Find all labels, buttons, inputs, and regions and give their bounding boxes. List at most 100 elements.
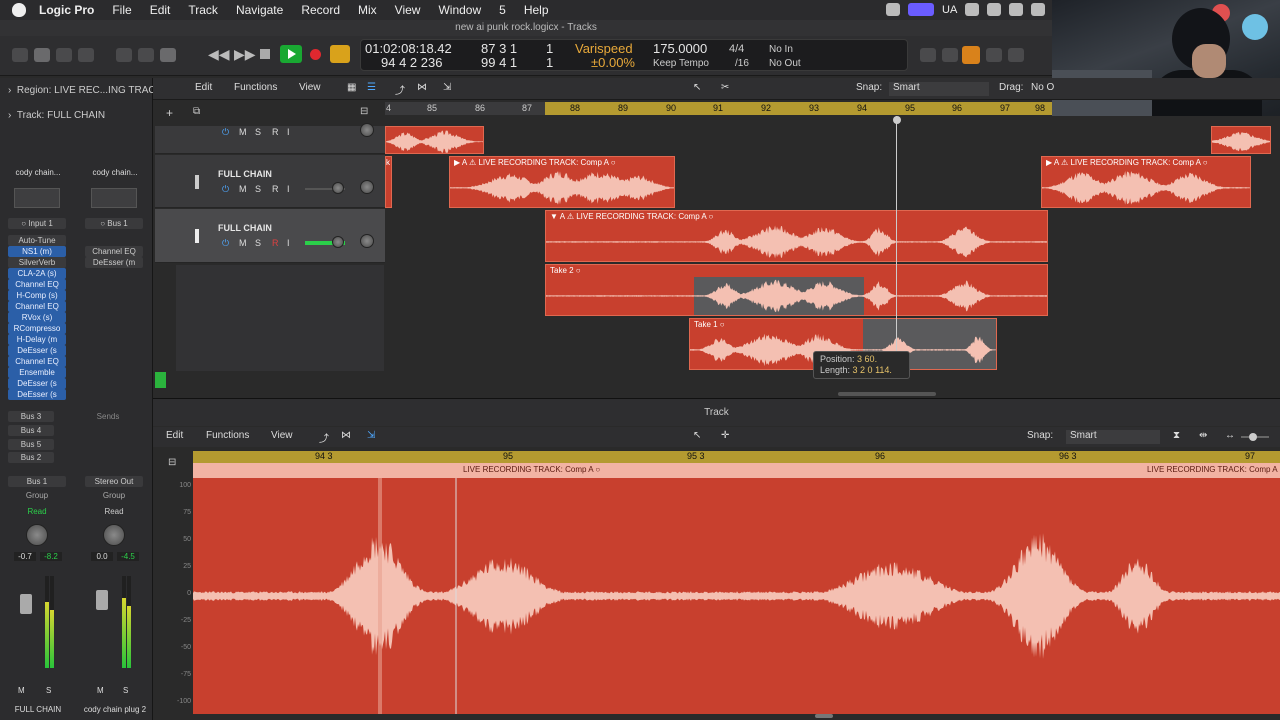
- menu-navigate[interactable]: Navigate: [227, 3, 292, 17]
- input-monitor-button[interactable]: I: [287, 184, 290, 194]
- track-inspector-header[interactable]: › Track: FULL CHAIN: [0, 104, 153, 128]
- audio-region-comp[interactable]: ▶ A ⚠ LIVE RECORDING TRACK: Comp A ○: [449, 156, 675, 208]
- group-slot[interactable]: Group: [85, 491, 143, 500]
- track-header-selected[interactable]: FULL CHAIN ⏻ M S R I: [155, 209, 385, 263]
- global-tracks-icon[interactable]: ⊟: [360, 106, 368, 117]
- fit-icon[interactable]: ⇹: [1199, 430, 1207, 444]
- track-header[interactable]: ⏻ M S R I: [155, 123, 385, 154]
- track-header[interactable]: FULL CHAIN ⏻ M S R I: [155, 155, 385, 208]
- send-slot[interactable]: Bus 5: [8, 439, 54, 450]
- loops-button[interactable]: [1008, 48, 1024, 62]
- solo-button[interactable]: S: [255, 127, 261, 137]
- group-slot[interactable]: Group: [8, 491, 66, 500]
- audio-region[interactable]: [1211, 126, 1271, 154]
- track-name[interactable]: FULL CHAIN: [218, 169, 272, 179]
- volume-handle[interactable]: [332, 182, 344, 194]
- record-enable-button[interactable]: R: [272, 184, 279, 194]
- menu-file[interactable]: File: [103, 3, 140, 17]
- plugin-slot[interactable]: RCompresso: [8, 323, 66, 334]
- pan-knob[interactable]: [360, 180, 374, 194]
- view-menu[interactable]: View: [299, 82, 321, 96]
- arrange-area[interactable]: k ▶ A ⚠ LIVE RECORDING TRACK: Comp A ○ ▶…: [385, 116, 1280, 378]
- control-center-icon[interactable]: [908, 3, 934, 16]
- flex-icon[interactable]: ⋈: [417, 82, 427, 96]
- status-icon[interactable]: [987, 3, 1002, 16]
- list-button[interactable]: [920, 48, 936, 62]
- menu-record[interactable]: Record: [292, 3, 349, 17]
- plugin-slot[interactable]: Ensemble: [8, 367, 66, 378]
- audio-region-comp[interactable]: ▶ A ⚠ LIVE RECORDING TRACK: Comp A ○: [1041, 156, 1251, 208]
- snap-dropdown[interactable]: Smart: [889, 82, 989, 96]
- grid-icon[interactable]: ▦: [347, 82, 356, 96]
- automation-mode[interactable]: Read: [85, 507, 143, 516]
- inspector-button[interactable]: [34, 48, 50, 62]
- track-name[interactable]: FULL CHAIN: [218, 223, 272, 233]
- mute-button[interactable]: M: [97, 686, 104, 695]
- plugin-slot[interactable]: H-Comp (s): [8, 290, 66, 301]
- automation-mode[interactable]: Read: [8, 507, 66, 516]
- output-slot[interactable]: Stereo Out: [85, 476, 143, 487]
- input-monitor-button[interactable]: I: [287, 127, 290, 137]
- smart-controls-button[interactable]: [116, 48, 132, 62]
- solo-button[interactable]: S: [46, 686, 51, 695]
- input-source-text[interactable]: UA: [942, 4, 957, 16]
- plugin-slot[interactable]: H-Delay (m: [8, 334, 66, 345]
- plugin-slot[interactable]: Channel EQ: [85, 246, 143, 257]
- editor-edit-menu[interactable]: Edit: [166, 430, 183, 444]
- plugin-slot[interactable]: Channel EQ: [8, 301, 66, 312]
- plugin-slot[interactable]: Auto-Tune: [8, 235, 66, 246]
- plugin-slot[interactable]: Channel EQ: [8, 279, 66, 290]
- mute-button[interactable]: M: [239, 127, 247, 137]
- audio-region[interactable]: k: [385, 156, 392, 208]
- menu-5[interactable]: 5: [490, 3, 515, 17]
- metronome-button[interactable]: [986, 48, 1002, 62]
- audio-region[interactable]: [385, 126, 484, 154]
- record-enable-button[interactable]: R: [272, 127, 279, 137]
- secondary-tool-icon[interactable]: ✛: [721, 430, 729, 444]
- cycle-button[interactable]: [330, 45, 350, 63]
- plugin-slot[interactable]: SilverVerb: [8, 257, 66, 268]
- record-enable-button[interactable]: R: [272, 238, 279, 248]
- pan-knob[interactable]: [360, 234, 374, 248]
- plugin-slot[interactable]: Channel EQ: [8, 356, 66, 367]
- drag-dropdown[interactable]: No O: [1031, 82, 1054, 96]
- waveform-zoom-icon[interactable]: ⧗: [1173, 430, 1180, 444]
- bar-ruler[interactable]: 4 85 86 87 88 89 90 91 92 93 94 95 96 97…: [385, 102, 1052, 115]
- menu-app[interactable]: Logic Pro: [30, 3, 103, 17]
- input-monitor-button[interactable]: I: [287, 238, 290, 248]
- edit-menu[interactable]: Edit: [195, 82, 212, 96]
- editors-button[interactable]: [160, 48, 176, 62]
- menu-view[interactable]: View: [386, 3, 430, 17]
- channel-name[interactable]: cody chain plug 2: [82, 705, 148, 714]
- plugin-slot[interactable]: NS1 (m): [8, 246, 66, 257]
- setting-button[interactable]: cody chain...: [8, 168, 68, 177]
- eq-thumbnail[interactable]: [91, 188, 137, 208]
- solo-button[interactable]: S: [123, 686, 128, 695]
- automation-icon[interactable]: ⤴: [319, 430, 329, 445]
- take-lane-2[interactable]: Take 2 ○: [545, 264, 1048, 316]
- status-icon[interactable]: [965, 3, 980, 16]
- mute-button[interactable]: M: [239, 184, 247, 194]
- record-button[interactable]: [310, 49, 321, 60]
- horizontal-scrollbar[interactable]: [838, 392, 936, 396]
- menu-edit[interactable]: Edit: [141, 3, 180, 17]
- editor-region-icon[interactable]: ⊟: [168, 457, 176, 468]
- plugin-slot[interactable]: DeEsser (s: [8, 378, 66, 389]
- send-slot[interactable]: Bus 3: [8, 411, 54, 422]
- mute-button[interactable]: M: [18, 686, 25, 695]
- pointer-tool-icon[interactable]: ↖: [693, 82, 701, 96]
- flex-icon[interactable]: ⋈: [341, 430, 351, 444]
- plugin-slot[interactable]: CLA-2A (s): [8, 268, 66, 279]
- help-button[interactable]: [56, 48, 72, 62]
- mixer-button[interactable]: [138, 48, 154, 62]
- lcd-display[interactable]: 01:02:08:18.42 94 4 2 236 87 3 1 1 99 4 …: [360, 39, 908, 71]
- pan-knob[interactable]: [103, 524, 125, 546]
- forward-icon[interactable]: ▶▶: [234, 46, 256, 63]
- power-icon[interactable]: ⏻: [222, 184, 229, 195]
- editor-snap-dropdown[interactable]: Smart: [1066, 430, 1160, 444]
- functions-menu[interactable]: Functions: [234, 82, 277, 96]
- solo-button[interactable]: S: [255, 238, 261, 248]
- input-slot[interactable]: ○ Bus 1: [85, 218, 143, 229]
- editor-functions-menu[interactable]: Functions: [206, 430, 249, 444]
- catch-icon[interactable]: ⇲: [367, 430, 375, 444]
